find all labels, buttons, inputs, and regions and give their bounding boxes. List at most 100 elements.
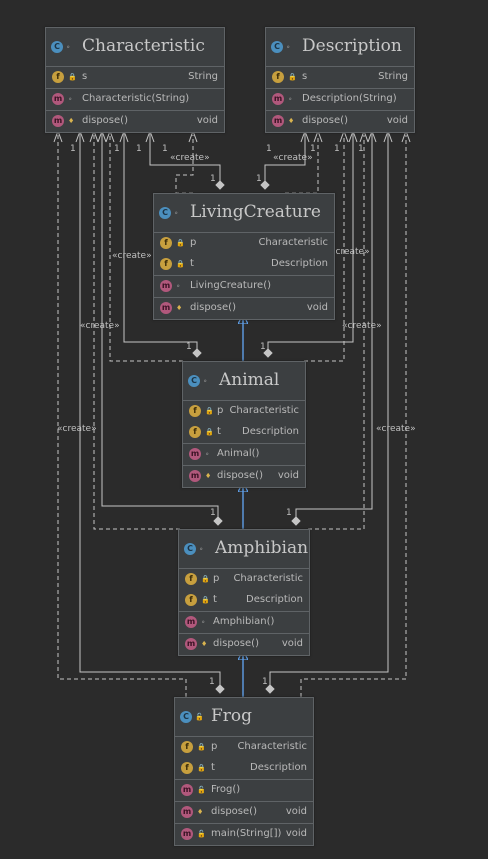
method-row[interactable]: m ♦ dispose() void	[183, 465, 305, 487]
method-return-type: void	[306, 302, 328, 313]
method-icon: m	[52, 115, 64, 127]
class-box-characteristic[interactable]: C ∘ Characteristic f 🔒 s String m ∘ Char…	[45, 27, 225, 133]
field-row[interactable]: f 🔒 p Characteristic	[175, 737, 313, 758]
field-icon: f	[160, 237, 172, 249]
field-icon: f	[181, 762, 193, 774]
private-visibility-icon: 🔒	[68, 73, 77, 81]
field-name: s	[82, 71, 88, 82]
package-visibility-icon: ∘	[205, 450, 210, 458]
field-row[interactable]: f 🔒 t Description	[175, 758, 313, 779]
field-icon: f	[185, 573, 197, 585]
method-icon: m	[181, 828, 193, 840]
method-icon: m	[52, 93, 64, 105]
field-row[interactable]: f 🔒 t Description	[179, 590, 309, 611]
field-icon: f	[189, 426, 201, 438]
private-visibility-icon: 🔒	[197, 764, 206, 772]
field-name: t	[190, 258, 194, 269]
create-label: «create»	[80, 321, 120, 331]
multiplicity-label: 1	[114, 144, 120, 154]
method-name: dispose()	[190, 302, 236, 313]
create-label: «create»	[376, 424, 416, 434]
package-visibility-icon: ∘	[174, 209, 179, 217]
constructor-name: Characteristic(String)	[82, 93, 190, 104]
field-name: t	[213, 594, 217, 605]
method-row[interactable]: m ♦ dispose() void	[266, 110, 414, 132]
field-icon: f	[181, 741, 193, 753]
field-row[interactable]: f 🔒 t Description	[154, 254, 334, 275]
method-row[interactable]: m ♦ dispose() void	[154, 297, 334, 319]
public-visibility-icon: 🔓	[197, 786, 206, 794]
class-box-frog[interactable]: C 🔓 Frog f 🔒 p Characteristic f 🔒 t Desc…	[174, 697, 314, 846]
field-type: Description	[242, 426, 299, 437]
constructor-row[interactable]: m ∘ LivingCreature()	[154, 275, 334, 297]
method-row[interactable]: m 🔓 main(String[]) void	[175, 823, 313, 845]
multiplicity-label: 1	[334, 144, 340, 154]
field-icon: f	[185, 594, 197, 606]
method-return-type: void	[277, 470, 299, 481]
multiplicity-label: 1	[266, 144, 272, 154]
package-visibility-icon: ∘	[286, 43, 291, 51]
class-header: C ∘ Amphibian	[179, 530, 309, 569]
multiplicity-label: 1	[262, 677, 268, 687]
field-type: String	[188, 71, 218, 82]
method-icon: m	[272, 93, 284, 105]
field-row[interactable]: f 🔒 s String	[46, 67, 224, 88]
method-icon: m	[185, 638, 197, 650]
constructor-row[interactable]: m ∘ Characteristic(String)	[46, 88, 224, 110]
multiplicity-label: 1	[209, 677, 215, 687]
method-return-type: void	[285, 828, 307, 839]
multiplicity-label: 1	[256, 174, 262, 184]
method-name: dispose()	[302, 115, 348, 126]
multiplicity-label: 1	[210, 508, 216, 518]
method-return-type: void	[386, 115, 408, 126]
class-header: C ∘ Animal	[183, 362, 305, 401]
field-row[interactable]: f 🔒 s String	[266, 67, 414, 88]
class-box-animal[interactable]: C ∘ Animal f 🔒 p Characteristic f 🔒 t De…	[182, 361, 306, 488]
private-visibility-icon: 🔒	[201, 596, 210, 604]
constructor-row[interactable]: m ∘ Description(String)	[266, 88, 414, 110]
field-icon: f	[272, 71, 284, 83]
class-box-livingcreature[interactable]: C ∘ LivingCreature f 🔒 p Characteristic …	[153, 193, 335, 320]
method-return-type: void	[281, 638, 303, 649]
constructor-row[interactable]: m 🔓 Frog()	[175, 779, 313, 801]
field-row[interactable]: f 🔒 p Characteristic	[179, 569, 309, 590]
constructor-row[interactable]: m ∘ Amphibian()	[179, 611, 309, 633]
constructor-row[interactable]: m ∘ Animal()	[183, 443, 305, 465]
constructor-name: LivingCreature()	[190, 280, 271, 291]
field-row[interactable]: f 🔒 p Characteristic	[154, 233, 334, 254]
field-name: t	[211, 762, 215, 773]
package-visibility-icon: ∘	[66, 43, 71, 51]
method-row[interactable]: m ♦ dispose() void	[179, 633, 309, 655]
method-icon: m	[189, 448, 201, 460]
field-type: Characteristic	[229, 405, 299, 416]
constructor-name: Amphibian()	[213, 616, 275, 627]
method-row[interactable]: m ♦ dispose() void	[46, 110, 224, 132]
multiplicity-label: 1	[186, 342, 192, 352]
class-box-description[interactable]: C ∘ Description f 🔒 s String m ∘ Descrip…	[265, 27, 415, 133]
package-visibility-icon: ∘	[199, 545, 204, 553]
create-label: «create»	[112, 251, 152, 261]
field-type: Characteristic	[258, 237, 328, 248]
multiplicity-label: 1	[260, 342, 266, 352]
protected-visibility-icon: ♦	[201, 640, 208, 648]
field-row[interactable]: f 🔒 p Characteristic	[183, 401, 305, 422]
method-row[interactable]: m ♦ dispose() void	[175, 801, 313, 823]
constructor-name: Frog()	[211, 784, 241, 795]
class-box-amphibian[interactable]: C ∘ Amphibian f 🔒 p Characteristic f 🔒 t…	[178, 529, 310, 656]
create-label: «create»	[170, 153, 210, 163]
class-icon: C	[51, 41, 63, 53]
create-lc-characteristic	[175, 135, 194, 194]
method-name: dispose()	[213, 638, 259, 649]
method-return-type: void	[285, 806, 307, 817]
class-icon: C	[180, 711, 192, 723]
class-header: C ∘ Characteristic	[46, 28, 224, 67]
package-visibility-icon: ∘	[203, 377, 208, 385]
field-row[interactable]: f 🔒 t Description	[183, 422, 305, 443]
class-icon: C	[159, 207, 171, 219]
class-name: Animal	[219, 370, 280, 390]
field-type: Characteristic	[233, 573, 303, 584]
field-icon: f	[160, 258, 172, 270]
class-icon: C	[271, 41, 283, 53]
constructor-name: Animal()	[217, 448, 260, 459]
create-label: «create»	[57, 424, 97, 434]
